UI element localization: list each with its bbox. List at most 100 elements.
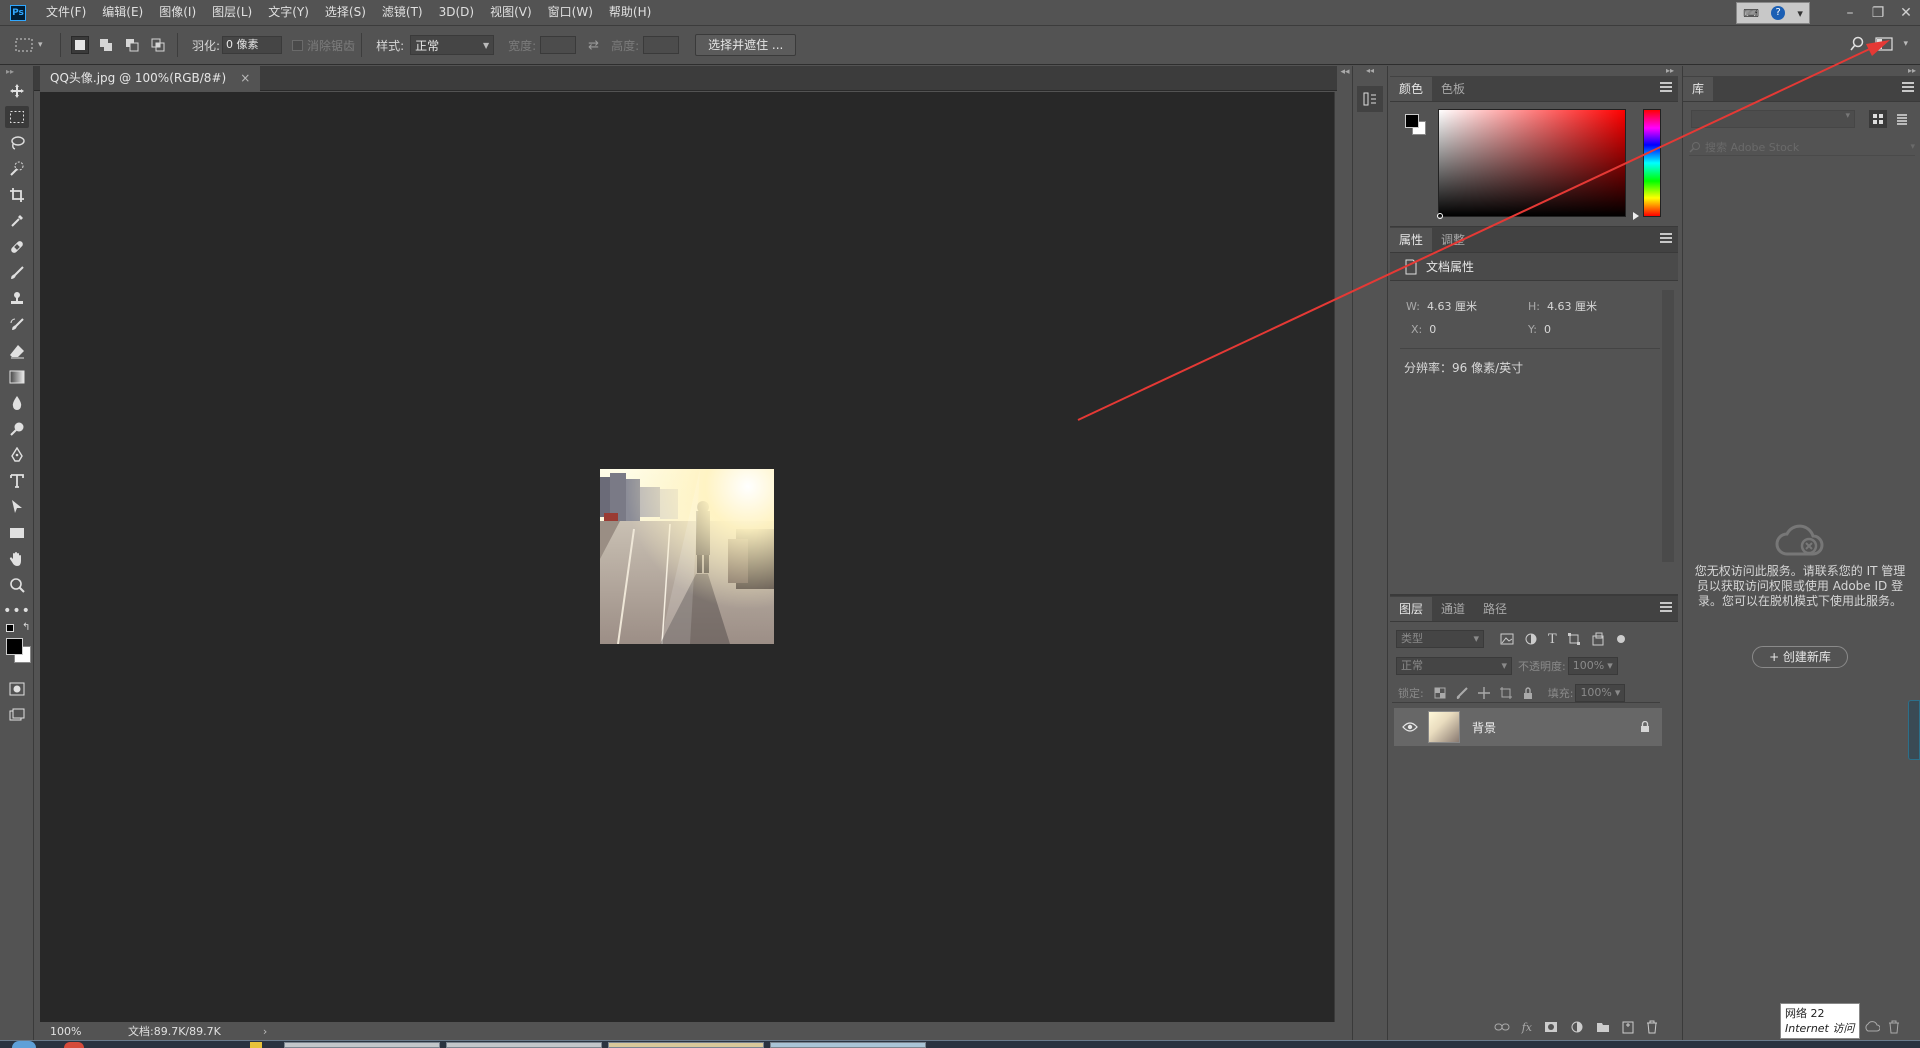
tab-color[interactable]: 颜色: [1390, 77, 1433, 101]
x-prop-value[interactable]: 0: [1429, 323, 1436, 336]
cloud-sync-icon[interactable]: [1864, 1020, 1880, 1032]
fill-input[interactable]: 100% ▾: [1575, 684, 1626, 702]
menu-filter[interactable]: 滤镜(T): [374, 0, 431, 25]
screen-mode-button[interactable]: [0, 702, 34, 728]
crop-tool[interactable]: [0, 182, 34, 208]
brush-tool[interactable]: [0, 260, 34, 286]
color-picker-marker[interactable]: [1437, 213, 1443, 219]
tool-preset-picker[interactable]: ▾: [14, 37, 54, 53]
pen-tool[interactable]: [0, 442, 34, 468]
grid-view-button[interactable]: [1869, 110, 1887, 128]
help-icon[interactable]: ?: [1771, 6, 1786, 20]
library-select[interactable]: ▾: [1691, 110, 1855, 128]
search-icon[interactable]: [1849, 36, 1865, 52]
panel-menu-icon[interactable]: [1660, 602, 1672, 612]
eyedropper-tool[interactable]: [0, 208, 34, 234]
shape-filter-icon[interactable]: [1567, 632, 1581, 646]
collapse-arrows-icon[interactable]: ◂◂: [1353, 66, 1387, 78]
create-new-library-button[interactable]: + 创建新库: [1752, 646, 1848, 668]
start-button-icon[interactable]: [12, 1041, 36, 1048]
taskbar-window-button[interactable]: [608, 1042, 764, 1048]
edit-toolbar-button[interactable]: •••: [0, 598, 34, 624]
menu-window[interactable]: 窗口(W): [540, 0, 601, 25]
tab-swatches[interactable]: 色板: [1432, 77, 1474, 101]
hue-slider[interactable]: [1643, 109, 1661, 217]
side-widget-tab[interactable]: [1908, 700, 1920, 760]
image-filter-icon[interactable]: [1500, 633, 1514, 645]
collapse-arrows-icon[interactable]: ▸▸: [1683, 66, 1920, 76]
collapse-arrow-icon[interactable]: ◂◂: [1337, 66, 1353, 92]
add-mask-icon[interactable]: [1544, 1021, 1558, 1033]
lock-all-icon[interactable]: [1522, 687, 1534, 699]
document-tab[interactable]: QQ头像.jpg @ 100%(RGB/8#) ×: [40, 66, 261, 91]
stock-search-field[interactable]: 搜索 Adobe Stock ▾: [1689, 138, 1915, 156]
zoom-level[interactable]: 100%: [50, 1025, 120, 1038]
width-input[interactable]: [540, 36, 577, 54]
intersect-selection-button[interactable]: [149, 36, 167, 54]
y-prop-value[interactable]: 0: [1544, 323, 1551, 336]
lasso-tool[interactable]: [0, 130, 34, 156]
path-selection-tool[interactable]: [0, 494, 34, 520]
layer-filter-select[interactable]: 类型 ▾: [1396, 630, 1484, 648]
new-selection-button[interactable]: [71, 36, 89, 54]
swap-colors-icon[interactable]: ↰: [22, 622, 30, 633]
layer-style-fx-icon[interactable]: fx: [1522, 1021, 1532, 1034]
subtract-selection-button[interactable]: [123, 36, 141, 54]
tab-adjustments[interactable]: 调整: [1432, 228, 1474, 252]
properties-scrollbar[interactable]: [1662, 290, 1674, 562]
taskbar-app-icon[interactable]: [250, 1042, 262, 1048]
swap-width-height-icon[interactable]: ⇄: [588, 38, 599, 53]
panel-menu-icon[interactable]: [1902, 82, 1914, 92]
smart-object-filter-icon[interactable]: [1591, 632, 1605, 646]
height-input[interactable]: [643, 36, 680, 54]
quick-select-tool[interactable]: [0, 156, 34, 182]
eraser-tool[interactable]: [0, 338, 34, 364]
foreground-color-swatch[interactable]: [6, 638, 23, 655]
tab-layers[interactable]: 图层: [1390, 597, 1433, 621]
healing-brush-tool[interactable]: [0, 234, 34, 260]
layer-name[interactable]: 背景: [1472, 719, 1496, 736]
lock-transparent-pixels-icon[interactable]: [1434, 687, 1446, 699]
lock-artboard-icon[interactable]: [1499, 687, 1512, 699]
color-spectrum[interactable]: [1438, 109, 1626, 217]
workspace-icon[interactable]: [1875, 36, 1894, 52]
blend-mode-select[interactable]: 正常 ▾: [1396, 657, 1512, 675]
eye-visibility-icon[interactable]: [1402, 722, 1418, 732]
antialias-checkbox[interactable]: [292, 39, 304, 51]
opacity-input[interactable]: 100% ▾: [1567, 657, 1618, 675]
move-tool[interactable]: [0, 78, 34, 104]
new-group-icon[interactable]: [1596, 1021, 1610, 1033]
feather-input[interactable]: 0 像素: [222, 36, 283, 54]
link-layers-icon[interactable]: [1494, 1022, 1510, 1032]
menu-view[interactable]: 视图(V): [482, 0, 540, 25]
menu-layer[interactable]: 图层(L): [204, 0, 260, 25]
hue-marker-icon[interactable]: [1633, 212, 1639, 220]
dodge-tool[interactable]: [0, 416, 34, 442]
history-brush-tool[interactable]: [0, 312, 34, 338]
system-help-group[interactable]: ⌨ ? ▾: [1736, 2, 1810, 24]
add-selection-button[interactable]: [97, 36, 115, 54]
status-menu-arrow-icon[interactable]: ›: [263, 1025, 267, 1038]
width-prop-value[interactable]: 4.63 厘米: [1427, 300, 1477, 313]
select-and-mask-button[interactable]: 选择并遮住 ...: [695, 34, 797, 56]
delete-icon[interactable]: [1888, 1020, 1900, 1034]
menu-select[interactable]: 选择(S): [317, 0, 374, 25]
tab-properties[interactable]: 属性: [1390, 228, 1433, 252]
blur-tool[interactable]: [0, 390, 34, 416]
tab-paths[interactable]: 路径: [1474, 597, 1516, 621]
layer-row-background[interactable]: 背景: [1394, 708, 1662, 746]
tab-libraries[interactable]: 库: [1683, 77, 1714, 101]
height-prop-value[interactable]: 4.63 厘米: [1547, 300, 1597, 313]
style-select[interactable]: 正常 ▼: [410, 35, 495, 55]
panel-menu-icon[interactable]: [1660, 233, 1672, 243]
clone-stamp-tool[interactable]: [0, 286, 34, 312]
rect-marquee-tool[interactable]: [0, 104, 34, 130]
history-panel-button[interactable]: [1357, 86, 1383, 112]
adjustment-layer-icon[interactable]: [1570, 1020, 1584, 1034]
lock-image-pixels-icon[interactable]: [1456, 687, 1468, 699]
hand-tool[interactable]: [0, 546, 34, 572]
type-filter-icon[interactable]: T: [1548, 632, 1557, 647]
taskbar-window-button[interactable]: [770, 1042, 926, 1048]
default-colors-icon[interactable]: [6, 624, 14, 632]
filter-toggle-icon[interactable]: [1616, 635, 1625, 643]
